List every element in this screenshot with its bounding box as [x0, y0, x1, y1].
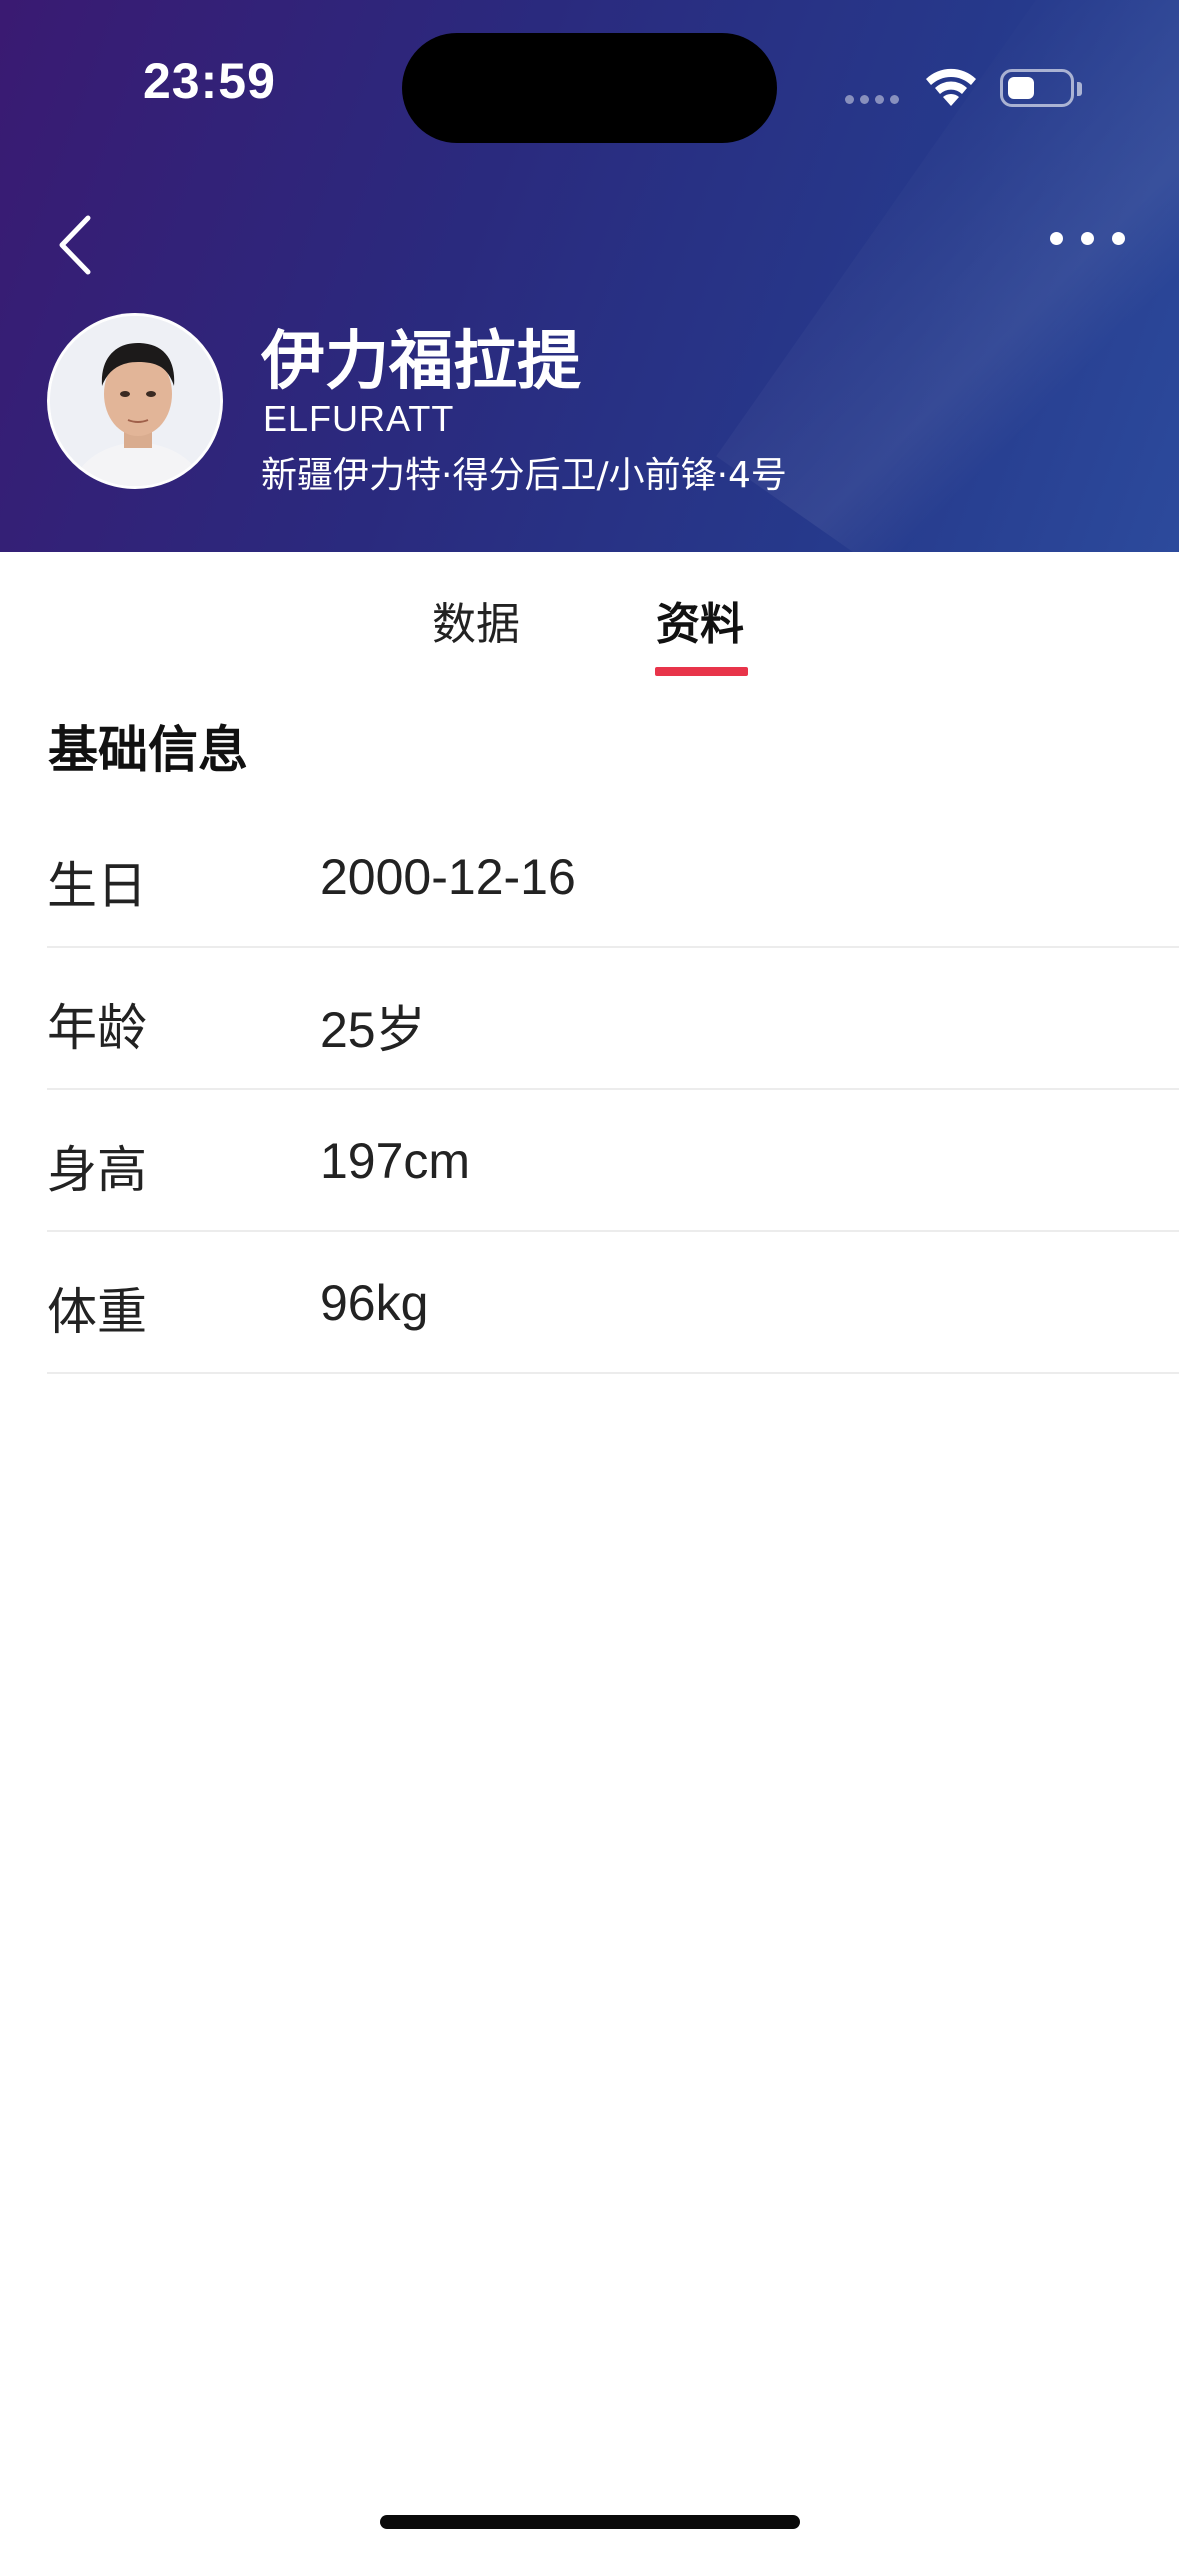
battery-icon: [1000, 69, 1082, 107]
section-title: 基础信息: [48, 721, 248, 779]
info-row-age: 年龄 25岁: [47, 948, 1179, 1090]
info-label: 年龄: [47, 999, 147, 1057]
info-value: 96kg: [320, 1275, 429, 1331]
info-label: 生日: [47, 857, 147, 915]
info-list: 生日 2000-12-16 年龄 25岁 身高 197cm 体重 96kg: [47, 806, 1179, 1374]
player-meta: 新疆伊力特·得分后卫/小前锋·4号: [261, 455, 787, 496]
more-dot: [1050, 232, 1063, 245]
active-tab-indicator: [655, 667, 748, 676]
info-label: 身高: [47, 1141, 147, 1199]
player-avatar[interactable]: [47, 313, 223, 489]
player-header: 23:59 伊力福拉提 ELFURATT 新疆伊力特·得分后卫/小前锋·4号: [0, 0, 1179, 552]
player-name: 伊力福拉提: [261, 325, 581, 399]
more-dot: [1081, 232, 1094, 245]
status-time: 23:59: [143, 53, 276, 109]
home-indicator[interactable]: [380, 2515, 800, 2529]
tab-profile[interactable]: 资料: [656, 588, 744, 652]
dynamic-island: [402, 33, 777, 143]
player-photo: [50, 316, 220, 486]
tab-stats[interactable]: 数据: [432, 588, 520, 652]
back-button[interactable]: [50, 210, 110, 280]
tab-bar: 数据 资料: [0, 552, 1179, 680]
info-value: 25岁: [320, 1002, 426, 1058]
more-dot: [1112, 232, 1125, 245]
player-name-en: ELFURATT: [263, 398, 455, 439]
info-label: 体重: [47, 1283, 147, 1341]
info-row-height: 身高 197cm: [47, 1090, 1179, 1232]
info-row-birthday: 生日 2000-12-16: [47, 806, 1179, 948]
wifi-icon: [926, 68, 976, 106]
more-button[interactable]: [1050, 232, 1125, 245]
cellular-signal-icon: [845, 95, 899, 104]
info-value: 197cm: [320, 1133, 471, 1189]
info-row-weight: 体重 96kg: [47, 1232, 1179, 1374]
info-value: 2000-12-16: [320, 849, 576, 905]
